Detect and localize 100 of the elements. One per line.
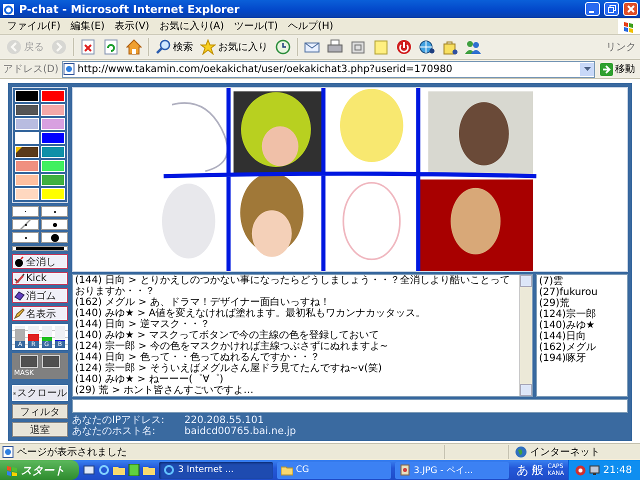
- color-swatch[interactable]: [15, 188, 39, 200]
- restore-button[interactable]: [604, 2, 619, 16]
- menu-item[interactable]: ファイル(F): [2, 19, 66, 33]
- star-icon: [200, 39, 216, 55]
- menu-item[interactable]: お気に入り(A): [154, 19, 229, 33]
- info-value: baidcd00765.bai.ne.jp: [184, 426, 298, 437]
- menu-item[interactable]: 編集(E): [66, 19, 110, 33]
- color-swatch[interactable]: [41, 132, 65, 144]
- minimize-button[interactable]: [585, 2, 600, 16]
- eraser-button[interactable]: 消ゴム: [12, 288, 68, 304]
- taskbar-button[interactable]: 3 Internet ...: [159, 462, 273, 478]
- page-icon: [2, 446, 14, 458]
- windows-flag-icon: [6, 464, 18, 476]
- color-swatch[interactable]: [15, 174, 39, 186]
- color-swatch[interactable]: [15, 160, 39, 172]
- bag-icon: [442, 39, 458, 55]
- kick-button[interactable]: Kick: [12, 272, 68, 286]
- user-name[interactable]: (162)メグル: [539, 342, 625, 353]
- names-button[interactable]: 名表示: [12, 306, 68, 322]
- user-name[interactable]: (144)日向: [539, 331, 625, 342]
- paint-icon: [398, 464, 411, 476]
- stop-icon: [80, 39, 96, 55]
- user-name[interactable]: (29)荒: [539, 298, 625, 309]
- menu-item[interactable]: 表示(V): [110, 19, 154, 33]
- filter-button[interactable]: フィルタ: [12, 404, 68, 419]
- color-swatch[interactable]: [15, 104, 39, 116]
- desktop-icon[interactable]: [83, 464, 95, 476]
- ime-mode[interactable]: 般: [532, 462, 544, 478]
- folder-icon[interactable]: [143, 464, 155, 476]
- pen-size-option[interactable]: [41, 219, 68, 230]
- color-swatch[interactable]: [15, 118, 39, 130]
- taskbar-button[interactable]: 3.JPG - ペイ...: [394, 462, 509, 478]
- clock: 21:48: [603, 464, 632, 476]
- user-name[interactable]: (140)みゆ★: [539, 320, 625, 331]
- address-field[interactable]: http://www.takamin.com/oekakichat/user/oekakichat3.php?userid=170980: [62, 60, 595, 78]
- color-swatch[interactable]: [41, 174, 65, 186]
- color-swatch[interactable]: [41, 118, 65, 130]
- chat-message: (162) メグル > あ、ドラマ！デザイナー面白いっすね！: [75, 297, 331, 308]
- scrollbar[interactable]: [519, 275, 532, 396]
- color-swatch[interactable]: [15, 146, 39, 158]
- globe-icon: [515, 446, 527, 458]
- mask-swatch[interactable]: [42, 355, 60, 368]
- browser-icon[interactable]: [98, 464, 110, 476]
- close-button[interactable]: [623, 2, 638, 16]
- color-swatch[interactable]: [41, 160, 65, 172]
- globe-icon: [419, 39, 435, 55]
- user-name[interactable]: (124)宗一郎: [539, 309, 625, 320]
- windows-logo-icon: [618, 18, 640, 34]
- exit-button[interactable]: 退室: [12, 422, 68, 437]
- chat-message: (29) 荒 > ホント皆さんすごいですよ…: [75, 385, 254, 396]
- address-label: アドレス(D): [3, 63, 59, 76]
- mask-swatch[interactable]: [20, 355, 38, 368]
- menu-item[interactable]: ツール(T): [229, 19, 283, 33]
- bomb-icon: [14, 256, 25, 268]
- favorites-button[interactable]: お気に入り: [197, 36, 271, 58]
- eraser-icon: [14, 290, 25, 302]
- folder-icon: [280, 464, 293, 476]
- info-label: あなたのホスト名:: [72, 426, 156, 437]
- message-input[interactable]: [72, 399, 628, 413]
- color-swatch[interactable]: [15, 132, 39, 144]
- folder-icon[interactable]: [113, 464, 125, 476]
- user-name[interactable]: (194)啄牙: [539, 353, 625, 364]
- taskbar-button[interactable]: CG: [276, 462, 391, 478]
- user-name[interactable]: (7)雲: [539, 276, 625, 287]
- user-name[interactable]: (27)fukurou: [539, 287, 625, 298]
- restore-icon: [608, 5, 616, 13]
- printer-icon: [327, 39, 343, 55]
- menu-item[interactable]: ヘルプ(H): [282, 19, 338, 33]
- search-icon: [155, 39, 171, 55]
- monitor-icon[interactable]: [589, 464, 600, 476]
- power-icon: [396, 39, 412, 55]
- page-icon: [62, 63, 75, 75]
- links-label[interactable]: リンク: [606, 40, 640, 54]
- chat-message: (140) みゆ★ > ねーーー(゜∀゜): [75, 374, 224, 385]
- color-swatch[interactable]: [41, 146, 65, 158]
- dropdown-arrow-icon[interactable]: [584, 67, 590, 71]
- grid-icon[interactable]: [128, 464, 140, 476]
- color-swatch[interactable]: [41, 104, 65, 116]
- chat-message: (144) 日向 > 逆マスク・・？: [75, 319, 211, 330]
- go-arrow-icon: [600, 62, 613, 76]
- ime-mode[interactable]: あ: [516, 462, 529, 478]
- search-button[interactable]: 検索: [152, 36, 196, 58]
- info-value: 220.208.55.101: [184, 415, 265, 426]
- scroll-button[interactable]: スクロール: [12, 385, 68, 401]
- go-button[interactable]: 移動: [598, 62, 637, 76]
- home-icon: [126, 39, 142, 55]
- pencil-check-icon: [14, 273, 25, 284]
- status-text: ページが表示されました: [17, 446, 128, 459]
- pen-size-option[interactable]: [41, 232, 68, 243]
- people-icon: [465, 39, 481, 55]
- clear-button[interactable]: 全消し: [12, 254, 68, 270]
- chat-message: (140) みゆ★ > A値を変えなければ塗れます。最初私もワカンナカッタッス。: [75, 308, 427, 319]
- pencil-icon: [14, 308, 25, 320]
- color-swatch[interactable]: [15, 90, 39, 102]
- info-label: あなたのIPアドレス:: [72, 415, 164, 426]
- color-swatch[interactable]: [41, 188, 65, 200]
- line-width-bar[interactable]: [12, 246, 68, 252]
- color-swatch[interactable]: [41, 90, 65, 102]
- chat-message: (140) みゆ★ > マスクってボタンで今の主線の色を登録しておいて: [75, 330, 380, 341]
- speaker-icon[interactable]: [575, 464, 586, 476]
